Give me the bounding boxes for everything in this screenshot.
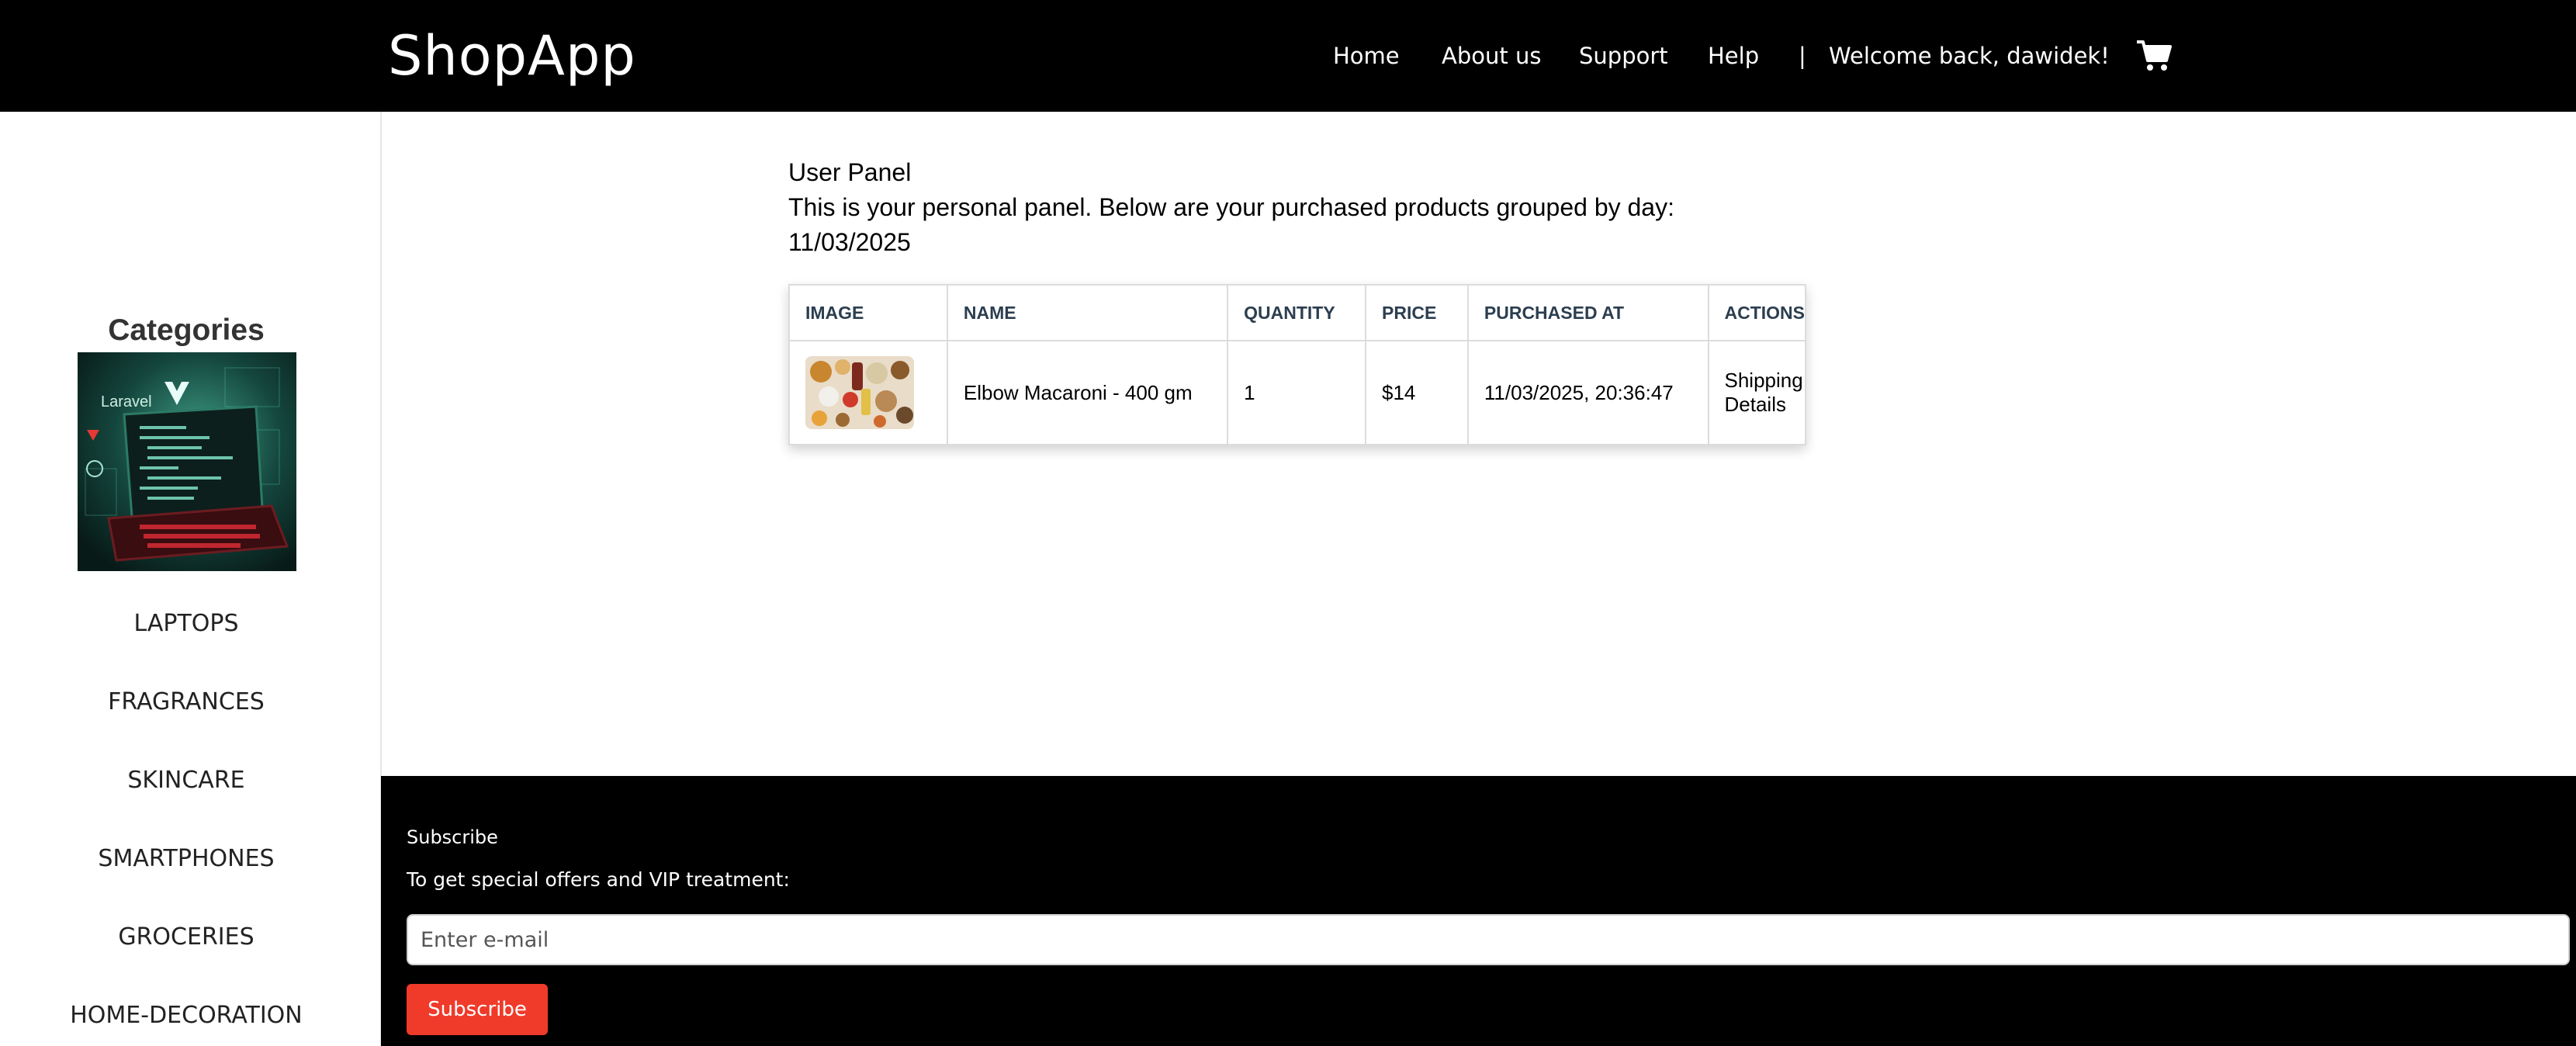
- nav-help[interactable]: Help: [1708, 39, 1759, 73]
- column-header-name: NAME: [946, 284, 1229, 341]
- shipping-details-link[interactable]: Shipping Details: [1707, 340, 1806, 445]
- cell-price: $14: [1365, 340, 1469, 445]
- purchases-table: IMAGE NAME QUANTITY PRICE PURCHASED AT A…: [788, 284, 1806, 445]
- category-laptops[interactable]: LAPTOPS: [0, 608, 372, 639]
- column-header-image: IMAGE: [788, 284, 948, 341]
- nav-about-us[interactable]: About us: [1442, 39, 1541, 73]
- category-skincare[interactable]: SKINCARE: [0, 765, 372, 796]
- column-header-actions: ACTIONS: [1707, 284, 1806, 341]
- subscribe-description: To get special offers and VIP treatment:: [407, 868, 790, 891]
- category-fragrances[interactable]: FRAGRANCES: [0, 687, 372, 718]
- nav-support[interactable]: Support: [1579, 39, 1668, 73]
- laravel-vue-laptop-image: Laravel: [78, 352, 296, 571]
- nav-home[interactable]: Home: [1333, 39, 1400, 73]
- page-title: User Panel: [788, 158, 912, 186]
- welcome-message: Welcome back, dawidek!: [1829, 43, 2110, 69]
- top-navbar: ShopApp Home About us Support Help | Wel…: [0, 0, 2576, 112]
- brand-logo[interactable]: ShopApp: [388, 23, 636, 88]
- cell-quantity: 1: [1227, 340, 1367, 445]
- category-home-decoration[interactable]: HOME-DECORATION: [0, 1000, 372, 1031]
- table-header-row: IMAGE NAME QUANTITY PRICE PURCHASED AT A…: [788, 284, 1806, 341]
- category-groceries[interactable]: GROCERIES: [0, 922, 372, 953]
- email-input[interactable]: [407, 914, 2570, 965]
- shopping-cart-icon[interactable]: [2135, 39, 2173, 73]
- subscribe-heading: Subscribe: [407, 826, 498, 848]
- column-header-quantity: QUANTITY: [1227, 284, 1367, 341]
- subscribe-footer: Subscribe To get special offers and VIP …: [381, 776, 2576, 1046]
- subscribe-button[interactable]: Subscribe: [407, 984, 548, 1035]
- cell-product-name: Elbow Macaroni - 400 gm: [946, 340, 1229, 445]
- groceries-product-image: [805, 356, 914, 429]
- panel-description: This is your personal panel. Below are y…: [788, 193, 1674, 221]
- cell-image: [788, 340, 948, 445]
- purchase-date-heading: 11/03/2025: [788, 228, 911, 256]
- column-header-purchased-at: PURCHASED AT: [1466, 284, 1709, 341]
- cell-purchased-at: 11/03/2025, 20:36:47: [1466, 340, 1709, 445]
- category-sidebar: Categories Laravel LAPTOPS FRAGRANCES SK…: [0, 112, 382, 1046]
- category-smartphones[interactable]: SMARTPHONES: [0, 843, 372, 875]
- column-header-price: PRICE: [1365, 284, 1469, 341]
- nav-separator: |: [1799, 43, 1806, 69]
- svg-text:Laravel: Laravel: [101, 393, 152, 410]
- categories-heading: Categories: [108, 313, 265, 347]
- table-row: Elbow Macaroni - 400 gm 1 $14 11/03/2025…: [788, 340, 1806, 445]
